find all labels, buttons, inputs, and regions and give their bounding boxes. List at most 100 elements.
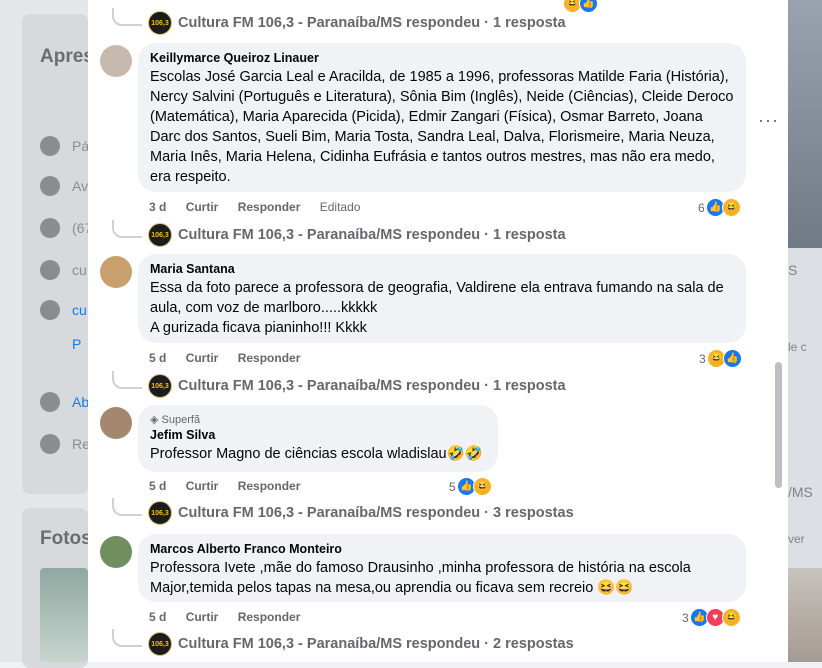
reaction-summary[interactable]: 3 👍 ♥ 😆	[682, 608, 741, 627]
like-icon: 👍	[579, 0, 598, 13]
page-avatar: 106,3	[148, 501, 172, 525]
avatar[interactable]	[100, 407, 132, 439]
right-text: le c	[788, 340, 807, 354]
intro-row: cu	[72, 262, 87, 278]
reaction-summary[interactable]: 3 😆 👍	[699, 349, 742, 368]
info-icon	[40, 136, 60, 156]
page-reply-text: Cultura FM 106,3 - Paranaíba/MS responde…	[178, 636, 574, 652]
page-reply-link[interactable]: 106,3 Cultura FM 106,3 - Paranaíba/MS re…	[112, 629, 574, 656]
email-icon	[40, 260, 60, 280]
comment-actions: 5 d Curtir Responder	[149, 610, 316, 624]
like-button[interactable]: Curtir	[186, 479, 219, 493]
thread-line	[112, 371, 142, 389]
haha-icon: 😆	[721, 608, 741, 627]
edited-label: Editado	[319, 200, 361, 214]
comment-text: Professora Ivete ,mãe do famoso Drausinh…	[150, 560, 691, 596]
comment-actions: 5 d Curtir Responder	[149, 479, 316, 493]
link-icon	[40, 300, 60, 320]
right-text: ver	[788, 532, 805, 546]
like-button[interactable]: Curtir	[186, 610, 219, 624]
page-reply-text: Cultura FM 106,3 - Paranaíba/MS responde…	[178, 378, 566, 394]
reaction-summary[interactable]: 5 👍 😆	[449, 477, 492, 496]
more-options-icon[interactable]: ···	[758, 110, 779, 131]
intro-row: Av	[72, 178, 88, 194]
right-text: S	[788, 262, 798, 278]
page-avatar: 106,3	[148, 632, 172, 656]
reply-button[interactable]: Responder	[238, 479, 301, 493]
reply-button[interactable]: Responder	[238, 200, 301, 214]
page-reply-link[interactable]: 106,3 Cultura FM 106,3 - Paranaíba/MS re…	[112, 220, 566, 247]
post-image	[788, 0, 822, 248]
comment-text: Essa da foto parece a professora de geog…	[150, 280, 724, 336]
comment-bubble: Maria Santana Essa da foto parece a prof…	[138, 254, 746, 343]
haha-icon: 😆	[472, 477, 492, 496]
reaction-count: 3	[682, 610, 689, 625]
phone-icon	[40, 218, 60, 238]
like-icon: 👍	[722, 349, 742, 368]
badge-label: Superfã	[161, 414, 201, 426]
comment-text: Professor Magno de ciências escola wladi…	[150, 446, 483, 462]
background-page-right: S le c /MS ver	[788, 0, 822, 662]
page-reply-text: Cultura FM 106,3 - Paranaíba/MS responde…	[178, 505, 574, 521]
like-button[interactable]: Curtir	[186, 200, 219, 214]
page-reply-text: Cultura FM 106,3 - Paranaíba/MS responde…	[178, 227, 566, 243]
comment-time[interactable]: 5 d	[149, 610, 166, 624]
avatar[interactable]	[100, 536, 132, 568]
haha-icon: 😆	[721, 198, 741, 217]
bell-icon	[40, 434, 60, 454]
review-icon	[40, 176, 60, 196]
thread-line	[112, 8, 142, 26]
intro-row: Ab	[72, 394, 88, 410]
page-reply-link[interactable]: 106,3 Cultura FM 106,3 - Paranaíba/MS re…	[112, 498, 574, 525]
comment-text: Escolas José Garcia Leal e Aracilda, de …	[150, 69, 734, 185]
background-page-left: Apres Pá Av (67 cu cu P Ab Re Fotos	[0, 0, 94, 668]
like-button[interactable]: Curtir	[186, 351, 219, 365]
intro-row: cu	[72, 302, 87, 318]
thread-line	[112, 629, 142, 647]
photo-thumbnail	[40, 568, 88, 662]
thread-line	[112, 498, 142, 516]
comment-bubble: Keillymarce Queiroz Linauer Escolas José…	[138, 43, 746, 192]
page-avatar: 106,3	[148, 11, 172, 35]
reaction-count: 3	[699, 351, 706, 366]
reply-button[interactable]: Responder	[238, 610, 301, 624]
comment-actions: 5 d Curtir Responder	[149, 351, 316, 365]
intro-row: (67	[72, 220, 88, 236]
reply-button[interactable]: Responder	[238, 351, 301, 365]
thread-line	[112, 220, 142, 238]
post-image	[788, 568, 822, 662]
superfan-badge: ◈ Superfã	[150, 413, 486, 426]
photos-title: Fotos	[40, 528, 92, 549]
comment-author[interactable]: Marcos Alberto Franco Monteiro	[150, 542, 734, 556]
page-avatar: 106,3	[148, 374, 172, 398]
avatar[interactable]	[100, 256, 132, 288]
intro-title: Apres	[40, 46, 94, 67]
comment-time[interactable]: 3 d	[149, 200, 166, 214]
page-reply-text: Cultura FM 106,3 - Paranaíba/MS responde…	[178, 15, 566, 31]
scrollbar-thumb[interactable]	[775, 362, 782, 488]
comment-bubble: ◈ Superfã Jefim Silva Professor Magno de…	[138, 405, 498, 472]
reaction-count: 5	[449, 479, 456, 494]
right-text: /MS	[788, 484, 813, 500]
comment-time[interactable]: 5 d	[149, 351, 166, 365]
comment-author[interactable]: Maria Santana	[150, 262, 734, 276]
diamond-icon: ◈	[150, 414, 159, 426]
comment-author[interactable]: Jefim Silva	[150, 428, 486, 442]
intro-card	[22, 14, 88, 494]
comment-author[interactable]: Keillymarce Queiroz Linauer	[150, 51, 734, 65]
comment-actions: 3 d Curtir Responder Editado	[149, 200, 376, 214]
reaction-summary[interactable]: 6 👍 😆	[698, 198, 741, 217]
comment-bubble: Marcos Alberto Franco Monteiro Professor…	[138, 534, 746, 602]
intro-row: Re	[72, 436, 88, 452]
top-reactions: 😆 👍	[563, 0, 598, 13]
page-reply-link[interactable]: 106,3 Cultura FM 106,3 - Paranaíba/MS re…	[112, 371, 566, 398]
reaction-count: 6	[698, 200, 705, 215]
page-reply-link[interactable]: 106,3 Cultura FM 106,3 - Paranaíba/MS re…	[112, 8, 566, 35]
clock-icon	[40, 392, 60, 412]
comments-dialog: 😆 👍 106,3 Cultura FM 106,3 - Paranaíba/M…	[88, 0, 788, 662]
intro-row: Pá	[72, 138, 88, 154]
avatar[interactable]	[100, 45, 132, 77]
page-avatar: 106,3	[148, 223, 172, 247]
comment-time[interactable]: 5 d	[149, 479, 166, 493]
intro-row: P	[72, 336, 82, 352]
